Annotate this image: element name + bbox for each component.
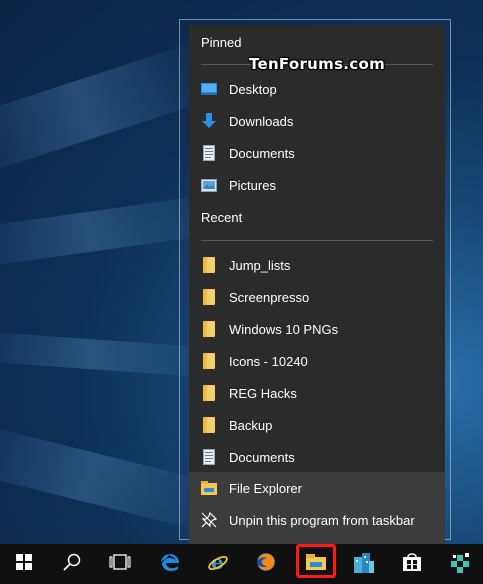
firefox-icon <box>255 551 277 578</box>
recent-item-label: Documents <box>229 449 295 465</box>
recent-item-label: REG Hacks <box>229 385 297 401</box>
recent-item-label: Jump_lists <box>229 257 291 273</box>
internet-explorer-button[interactable]: e <box>194 544 242 584</box>
taskbar: e <box>0 544 483 584</box>
action-label: File Explorer <box>229 480 302 496</box>
store-button[interactable] <box>388 544 436 584</box>
folder-icon <box>201 257 217 273</box>
task-view-button[interactable] <box>96 544 144 584</box>
folder-icon <box>201 417 217 433</box>
search-icon <box>63 553 81 576</box>
desktop-folder-icon <box>201 81 217 97</box>
task-view-icon <box>109 553 131 575</box>
recent-section-title: Recent <box>201 210 243 225</box>
recent-item-screenpresso[interactable]: Screenpresso <box>189 281 445 313</box>
pinned-item-label: Downloads <box>229 113 294 129</box>
documents-icon <box>201 449 217 465</box>
edge-button[interactable] <box>146 544 194 584</box>
folder-icon <box>201 385 217 401</box>
folder-icon <box>201 353 217 369</box>
pinned-section-title: Pinned <box>201 35 242 50</box>
windows-logo-icon <box>16 553 32 575</box>
recent-item-jump-lists[interactable]: Jump_lists <box>189 249 445 281</box>
pinned-item-label: Pictures <box>229 177 276 193</box>
file-explorer-icon <box>201 480 217 496</box>
search-button[interactable] <box>48 544 96 584</box>
watermark: TenForums.com <box>248 55 386 73</box>
recent-item-label: Windows 10 PNGs <box>229 321 339 337</box>
store-icon <box>402 552 422 577</box>
recent-divider <box>201 240 433 241</box>
internet-explorer-icon: e <box>207 550 229 578</box>
unpin-icon <box>201 512 217 528</box>
action-label: Unpin this program from taskbar <box>229 512 415 528</box>
recent-item-label: Icons - 10240 <box>229 353 308 369</box>
recent-item-reg-hacks[interactable]: REG Hacks <box>189 377 445 409</box>
folder-icon <box>201 289 217 305</box>
jumplist-actions: File Explorer Unpin this program from ta… <box>189 472 445 544</box>
recent-item-documents[interactable]: Documents <box>189 441 445 473</box>
pinned-item-downloads[interactable]: Downloads <box>189 105 445 137</box>
recent-item-icons-10240[interactable]: Icons - 10240 <box>189 345 445 377</box>
recent-item-windows-10-pngs[interactable]: Windows 10 PNGs <box>189 313 445 345</box>
firefox-button[interactable] <box>242 544 290 584</box>
documents-icon <box>201 145 217 161</box>
pinned-item-label: Desktop <box>229 81 277 97</box>
puzzle-icon <box>449 551 471 578</box>
action-unpin-from-taskbar[interactable]: Unpin this program from taskbar <box>189 504 445 536</box>
action-file-explorer[interactable]: File Explorer <box>189 472 445 504</box>
recent-item-backup[interactable]: Backup <box>189 409 445 441</box>
jump-list-menu: Pinned TenForums.com Desktop Downloads D… <box>189 25 445 544</box>
edge-icon <box>160 552 180 577</box>
pinned-item-documents[interactable]: Documents <box>189 137 445 169</box>
start-button[interactable] <box>0 544 48 584</box>
pinned-item-pictures[interactable]: Pictures <box>189 169 445 201</box>
recent-item-label: Screenpresso <box>229 289 310 305</box>
pinned-item-desktop[interactable]: Desktop <box>189 73 445 105</box>
downloads-arrow-icon <box>201 113 217 129</box>
pinned-item-label: Documents <box>229 145 295 161</box>
pictures-icon <box>201 177 217 193</box>
app-button[interactable] <box>340 544 388 584</box>
recent-item-label: Backup <box>229 417 273 433</box>
app-button-2[interactable] <box>436 544 483 584</box>
buildings-icon <box>353 551 375 578</box>
file-explorer-highlight-box <box>296 544 336 578</box>
folder-icon <box>201 321 217 337</box>
